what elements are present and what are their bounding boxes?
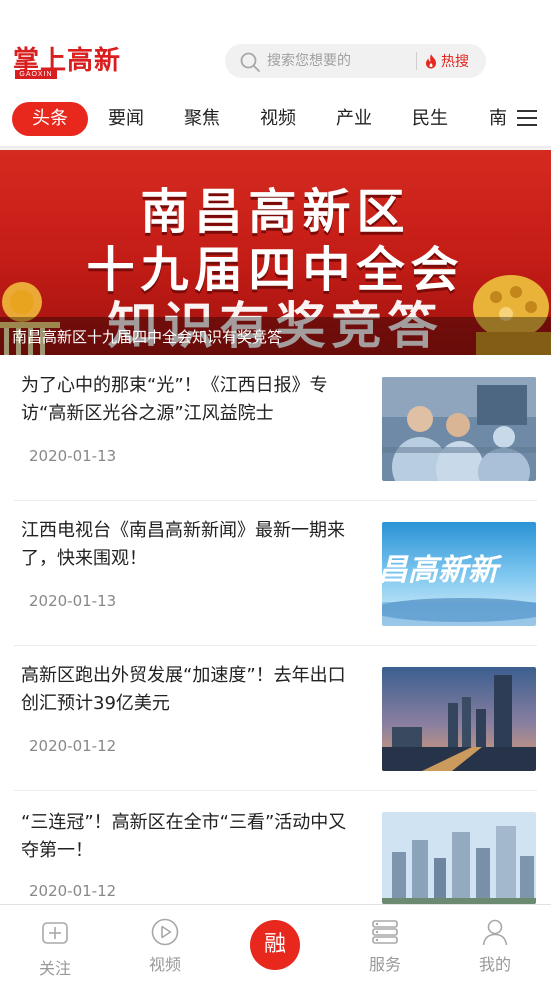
hot-search-label: 热搜 [441,54,469,70]
app-header: 掌上高新 GAOXIN 热搜 [0,0,551,100]
news-date: 2020-01-13 [29,592,117,610]
news-title: “三连冠”！高新区在全市“三看”活动中又夺第一！ [21,812,347,861]
nav-service-label: 服务 [368,955,401,974]
tab-news[interactable]: 要闻 [96,102,156,136]
tv-thumb-text: 昌高新新 [382,553,503,588]
media-hub-button[interactable]: 融 [250,920,300,970]
nav-mine-label: 我的 [478,955,511,974]
lab-photo-image [382,377,536,481]
category-tabs: 头条 要闻 聚焦 视频 产业 民生 南 [0,100,551,144]
news-date: 2020-01-12 [29,882,117,900]
nav-video[interactable]: 视频 [120,905,210,981]
news-thumbnail [382,377,536,481]
tab-video[interactable]: 视频 [248,102,308,136]
news-thumbnail [382,812,536,904]
service-list-icon [372,920,398,944]
menu-icon[interactable] [515,107,539,129]
news-item[interactable]: 为了心中的那束“光”！《江西日报》专访“高新区光谷之源”江风益院士 2020-0… [14,356,537,501]
news-thumbnail [382,667,536,771]
news-date: 2020-01-13 [29,447,117,465]
nav-service[interactable]: 服务 [340,905,430,981]
news-item[interactable]: 江西电视台《南昌高新新闻》最新一期来了，快来围观！ 2020-01-13 昌高新… [14,501,537,646]
tab-nanchang[interactable]: 南 [478,102,518,136]
fire-icon [426,54,436,69]
nav-follow-label: 关注 [38,959,71,978]
tab-livelihood[interactable]: 民生 [400,102,460,136]
nav-follow[interactable]: 关注 [10,905,100,981]
city-day-image [382,812,536,904]
banner-caption: 南昌高新区十九届四中全会知识有奖竞答 [12,328,283,346]
news-title: 江西电视台《南昌高新新闻》最新一期来了，快来围观！ [21,520,345,569]
news-title: 高新区跑出外贸发展“加速度”！去年出口创汇预计39亿美元 [21,665,346,714]
news-item[interactable]: “三连冠”！高新区在全市“三看”活动中又夺第一！ 2020-01-12 [14,791,537,904]
play-icon [151,918,179,946]
tab-focus[interactable]: 聚焦 [172,102,232,136]
app-logo: 掌上高新 GAOXIN [13,42,120,80]
hot-search-button[interactable]: 热搜 [424,50,469,72]
tab-headlines[interactable]: 头条 [12,102,88,136]
headline-banner[interactable]: 南昌高新区 十九届四中全会 知识有奖竞答 南昌高新区十九届四中全会知识有奖竞答 [0,150,551,355]
city-dusk-image [382,667,536,771]
logo-subtext: GAOXIN [15,70,57,79]
tv-program-image: 昌高新新 [382,522,536,626]
news-thumbnail: 昌高新新 [382,522,536,626]
search-bar[interactable]: 热搜 [225,44,486,78]
news-title: 为了心中的那束“光”！《江西日报》专访“高新区光谷之源”江风益院士 [21,375,328,424]
nav-video-label: 视频 [148,955,181,974]
tab-industry[interactable]: 产业 [324,102,384,136]
news-date: 2020-01-12 [29,737,117,755]
nav-mine[interactable]: 我的 [450,905,540,981]
news-item[interactable]: 高新区跑出外贸发展“加速度”！去年出口创汇预计39亿美元 2020-01-12 [14,646,537,791]
search-divider [416,52,417,70]
bottom-navigation: 关注 视频 融 服务 我的 [0,904,551,981]
follow-icon [42,922,68,944]
user-icon [482,919,508,946]
search-input[interactable] [267,50,407,72]
search-icon [240,52,260,72]
